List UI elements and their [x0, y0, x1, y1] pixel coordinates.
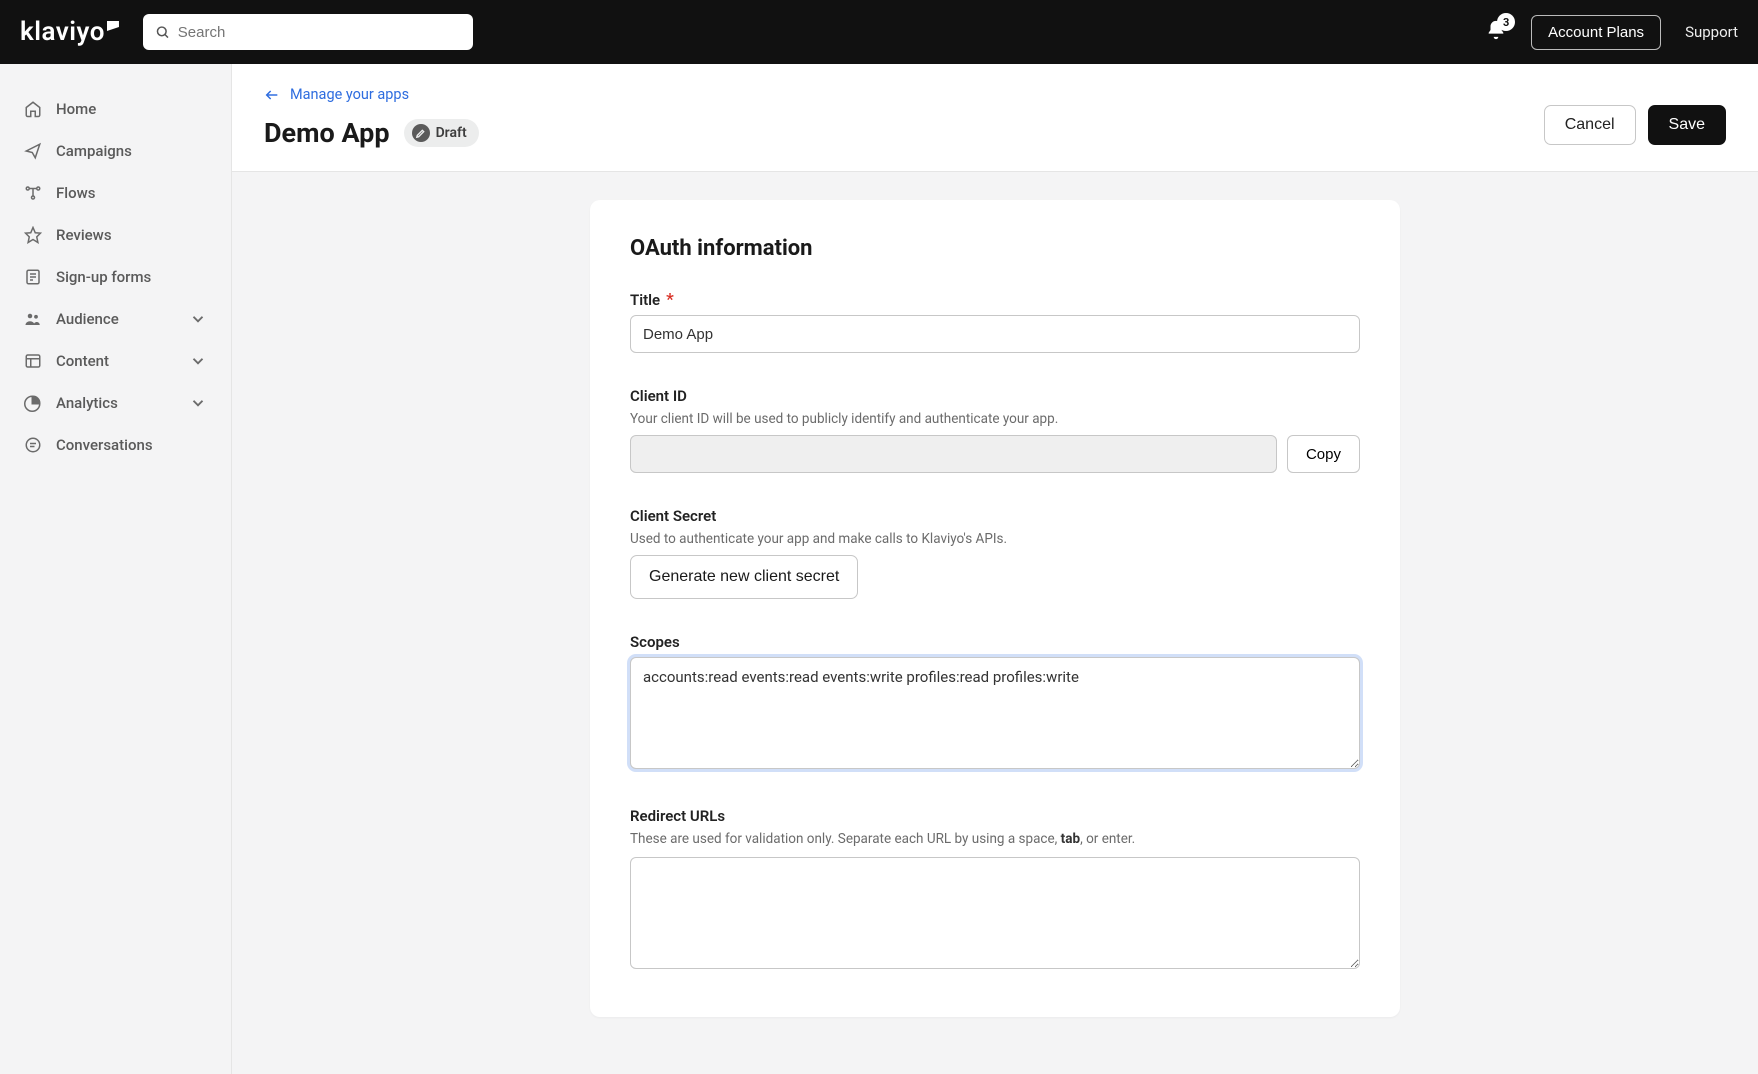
chevron-down-icon: [189, 394, 207, 412]
page-header: Manage your apps Demo App Draft Cancel S…: [232, 64, 1758, 172]
sidebar-item-signup-forms[interactable]: Sign-up forms: [14, 256, 217, 298]
sidebar-item-label: Flows: [56, 184, 95, 202]
oauth-card: OAuth information Title * Client ID Your…: [590, 200, 1400, 1017]
sidebar-item-label: Conversations: [56, 436, 153, 454]
top-bar: klaviyo 3 Account Plans Support: [0, 0, 1758, 64]
sidebar-item-label: Reviews: [56, 226, 112, 244]
breadcrumb-label: Manage your apps: [290, 86, 409, 103]
field-client-secret: Client Secret Used to authenticate your …: [630, 507, 1360, 599]
title-input[interactable]: [630, 315, 1360, 353]
cancel-button[interactable]: Cancel: [1544, 105, 1636, 145]
scopes-label: Scopes: [630, 633, 680, 651]
notifications-button[interactable]: 3: [1485, 19, 1507, 45]
support-link[interactable]: Support: [1685, 23, 1738, 41]
logo[interactable]: klaviyo: [20, 17, 119, 47]
pencil-circle-icon: [412, 124, 430, 142]
sidebar-item-label: Home: [56, 100, 96, 118]
star-icon: [24, 226, 42, 244]
sidebar-item-label: Content: [56, 352, 109, 370]
sidebar-item-reviews[interactable]: Reviews: [14, 214, 217, 256]
sidebar-item-label: Analytics: [56, 394, 118, 412]
client-id-label: Client ID: [630, 387, 687, 405]
logo-text: klaviyo: [20, 17, 105, 47]
search-icon: [155, 24, 170, 40]
save-button[interactable]: Save: [1648, 105, 1726, 145]
field-client-id: Client ID Your client ID will be used to…: [630, 387, 1360, 473]
logo-flag-icon: [107, 21, 119, 31]
status-badge: Draft: [404, 119, 479, 147]
account-plans-button[interactable]: Account Plans: [1531, 15, 1661, 50]
search-input[interactable]: [178, 24, 461, 41]
sidebar-item-label: Campaigns: [56, 142, 132, 160]
form-icon: [24, 268, 42, 286]
section-title: OAuth information: [630, 236, 1360, 261]
chat-icon: [24, 436, 42, 454]
field-redirect-urls: Redirect URLs These are used for validat…: [630, 807, 1360, 973]
sidebar-item-analytics[interactable]: Analytics: [14, 382, 217, 424]
scopes-textarea[interactable]: [630, 657, 1360, 769]
page-title: Demo App: [264, 117, 390, 149]
chevron-down-icon: [189, 352, 207, 370]
search-input-wrap[interactable]: [143, 14, 473, 50]
arrow-left-icon: [264, 87, 280, 103]
redirect-label: Redirect URLs: [630, 807, 725, 825]
field-title: Title *: [630, 291, 1360, 353]
sidebar-item-home[interactable]: Home: [14, 88, 217, 130]
redirect-textarea[interactable]: [630, 857, 1360, 969]
flow-icon: [24, 184, 42, 202]
sidebar-item-flows[interactable]: Flows: [14, 172, 217, 214]
sidebar-item-campaigns[interactable]: Campaigns: [14, 130, 217, 172]
sidebar-item-content[interactable]: Content: [14, 340, 217, 382]
sidebar: Home Campaigns Flows Reviews Sign-up for…: [0, 64, 232, 1074]
client-id-help: Your client ID will be used to publicly …: [630, 411, 1360, 427]
status-badge-label: Draft: [436, 125, 467, 141]
sidebar-item-label: Sign-up forms: [56, 268, 151, 286]
notifications-badge: 3: [1497, 13, 1515, 31]
breadcrumb-back-link[interactable]: Manage your apps: [264, 86, 479, 103]
pie-icon: [24, 394, 42, 412]
main-content: Manage your apps Demo App Draft Cancel S…: [232, 64, 1758, 1074]
sidebar-item-label: Audience: [56, 310, 119, 328]
generate-secret-button[interactable]: Generate new client secret: [630, 555, 858, 599]
redirect-help: These are used for validation only. Sepa…: [630, 831, 1360, 847]
chevron-down-icon: [189, 310, 207, 328]
audience-icon: [24, 310, 42, 328]
client-secret-label: Client Secret: [630, 507, 716, 525]
home-icon: [24, 100, 42, 118]
field-scopes: Scopes: [630, 633, 1360, 773]
sidebar-item-audience[interactable]: Audience: [14, 298, 217, 340]
client-secret-help: Used to authenticate your app and make c…: [630, 531, 1360, 547]
content-icon: [24, 352, 42, 370]
sidebar-item-conversations[interactable]: Conversations: [14, 424, 217, 466]
send-icon: [24, 142, 42, 160]
copy-client-id-button[interactable]: Copy: [1287, 435, 1360, 473]
client-id-input: [630, 435, 1277, 473]
title-label: Title: [630, 291, 660, 309]
